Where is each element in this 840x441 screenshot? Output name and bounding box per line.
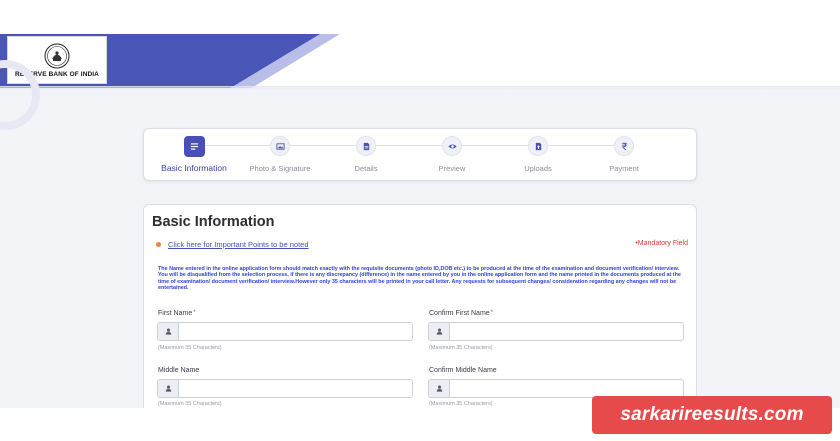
confirm-middle-name-label: Confirm Middle Name [429, 367, 497, 374]
step-details[interactable]: Details [321, 136, 411, 173]
step-payment[interactable]: Payment [579, 136, 669, 173]
user-icon [158, 380, 179, 397]
step-label: Photo & Signature [249, 164, 311, 173]
important-points-link[interactable]: Click here for Important Points to be no… [168, 240, 309, 249]
user-icon [429, 323, 450, 340]
document-icon [356, 136, 376, 156]
step-label: Basic Information [161, 163, 227, 173]
user-icon [429, 380, 450, 397]
rbi-seal-icon [44, 43, 70, 68]
step-photo-signature[interactable]: Photo & Signature [235, 136, 325, 173]
confirm-first-name-label-text: Confirm First Name [429, 310, 490, 317]
rupee-icon [614, 136, 634, 156]
mandatory-field-note: •Mandatory Field [635, 240, 688, 247]
confirm-first-name-label: Confirm First Name* [429, 310, 493, 317]
bullet-icon [156, 242, 161, 247]
middle-name-label: Middle Name [158, 367, 200, 374]
step-label: Uploads [524, 164, 552, 173]
page-title: Basic Information [152, 214, 275, 230]
confirm-middle-name-hint: (Maximum 35 Characters) [429, 401, 493, 407]
confirm-first-name-field [428, 322, 684, 341]
required-mark: * [193, 310, 196, 316]
site-header: RESERVE BANK OF INDIA [0, 0, 840, 88]
upload-file-icon [528, 136, 548, 156]
image-icon [270, 136, 290, 156]
first-name-field [157, 322, 413, 341]
step-basic-information[interactable]: Basic Information [149, 136, 239, 173]
first-name-input[interactable] [179, 323, 412, 340]
name-notice: The Name entered in the online applicati… [158, 266, 681, 291]
watermark-badge: sarkarireesults.com [592, 396, 832, 434]
step-label: Payment [609, 164, 639, 173]
middle-name-hint: (Maximum 35 Characters) [158, 401, 222, 407]
confirm-first-name-hint: (Maximum 35 Characters) [429, 345, 493, 351]
header-shadow [0, 86, 840, 90]
first-name-hint: (Maximum 35 Characters) [158, 345, 222, 351]
list-icon [183, 136, 205, 157]
watermark-text: sarkarireesults.com [620, 404, 804, 425]
eye-icon [442, 136, 462, 156]
step-label: Preview [438, 164, 466, 173]
application-stepper: Basic Information Photo & Signature Deta… [143, 128, 697, 181]
middle-name-input[interactable] [179, 380, 412, 397]
confirm-first-name-input[interactable] [450, 323, 683, 340]
first-name-label: First Name* [158, 310, 196, 317]
required-mark: * [490, 310, 494, 316]
user-icon [158, 323, 179, 340]
step-preview[interactable]: Preview [407, 136, 497, 173]
confirm-middle-name-input[interactable] [450, 380, 683, 397]
step-uploads[interactable]: Uploads [493, 136, 583, 173]
first-name-label-text: First Name [158, 310, 193, 317]
middle-name-field [157, 379, 413, 398]
step-label: Details [354, 164, 378, 173]
